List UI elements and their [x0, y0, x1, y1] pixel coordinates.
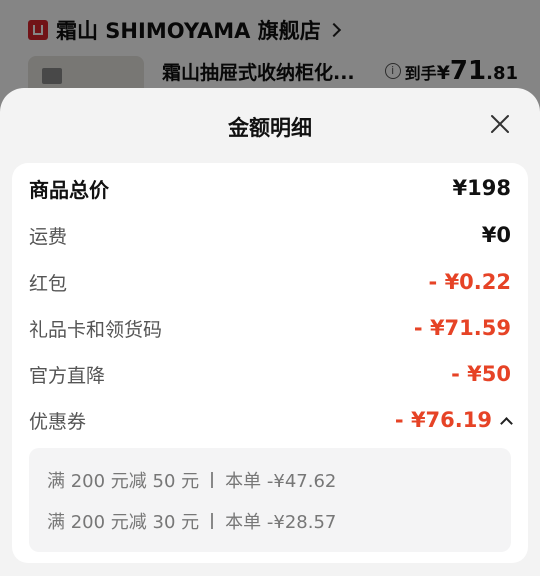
coupon-detail-item: 满 200 元减 30 元 本单 -¥28.57: [47, 508, 336, 534]
amount-card: 商品总价 ¥198 运费 ¥0 红包 - ¥0.22 礼品卡和领货码 - ¥71…: [12, 163, 528, 563]
sheet-title: 金额明细: [228, 116, 312, 140]
row-value: ¥198: [452, 176, 511, 200]
row-label: 优惠券: [29, 410, 87, 433]
coupon-rule: 满 200 元减 30 元: [47, 512, 200, 533]
row-value: - ¥76.19: [394, 408, 492, 432]
row-value: - ¥50: [451, 362, 511, 386]
close-button[interactable]: [488, 112, 512, 136]
row-value: ¥0: [481, 223, 511, 247]
row-total-price: 商品总价 ¥198: [29, 173, 511, 203]
separator: [211, 513, 214, 529]
coupon-rule: 满 200 元减 50 元: [47, 471, 200, 492]
row-shipping: 运费 ¥0: [29, 220, 511, 250]
row-red-packet: 红包 - ¥0.22: [29, 267, 511, 297]
row-label: 红包: [29, 272, 68, 295]
row-label: 礼品卡和领货码: [29, 318, 163, 341]
row-coupon[interactable]: 优惠券 - ¥76.19: [29, 405, 513, 435]
row-label: 商品总价: [29, 177, 109, 202]
row-label: 官方直降: [29, 364, 106, 387]
row-label: 运费: [29, 225, 68, 248]
coupon-detail-item: 满 200 元减 50 元 本单 -¥47.62: [47, 467, 336, 493]
row-value: - ¥0.22: [428, 270, 511, 294]
chevron-up-icon[interactable]: [500, 416, 513, 430]
separator: [211, 472, 214, 488]
close-icon: [491, 115, 509, 133]
coupon-amount: 本单 -¥47.62: [225, 471, 337, 492]
amount-detail-sheet: 金额明细 商品总价 ¥198 运费 ¥0 红包 - ¥0.22 礼品卡和领货码 …: [0, 88, 540, 576]
coupon-detail-box: 满 200 元减 50 元 本单 -¥47.62 满 200 元减 30 元 本…: [29, 448, 511, 552]
row-gift-card: 礼品卡和领货码 - ¥71.59: [29, 313, 511, 343]
row-value: - ¥71.59: [413, 316, 511, 340]
coupon-amount: 本单 -¥28.57: [225, 512, 337, 533]
row-official-discount: 官方直降 - ¥50: [29, 359, 511, 389]
